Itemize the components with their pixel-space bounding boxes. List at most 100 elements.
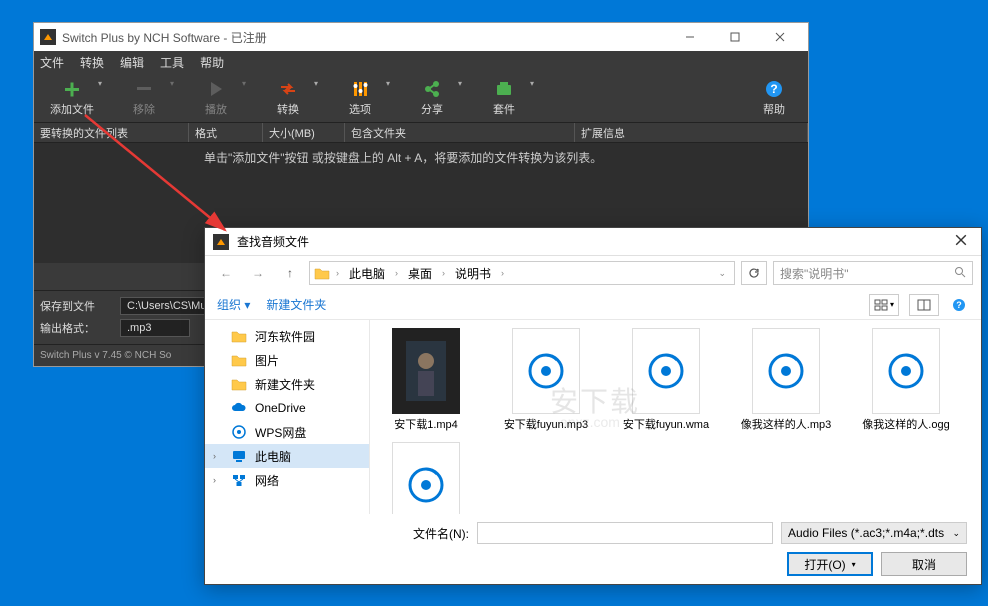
expand-icon[interactable]: › (213, 451, 216, 461)
file-item[interactable]: 安下载1.mp4 (378, 328, 474, 432)
breadcrumb-dropdown[interactable]: ⌄ (714, 268, 730, 279)
dropdown-icon: ▾ (386, 79, 390, 88)
menu-help[interactable]: 帮助 (200, 54, 224, 71)
svg-text:?: ? (956, 300, 962, 310)
network-icon (231, 473, 247, 487)
file-item[interactable] (378, 442, 474, 514)
view-mode-button[interactable]: ▾ (869, 294, 899, 316)
maximize-button[interactable] (712, 24, 757, 50)
crumb-desktop[interactable]: 桌面 (404, 265, 436, 282)
add-icon (62, 79, 82, 99)
file-item[interactable]: 安下载fuyun.wma (618, 328, 714, 432)
toolbar-suite-button[interactable]: 套件▾ (472, 75, 536, 121)
share-icon (422, 79, 442, 99)
toolbar-help-button[interactable]: ?帮助 (746, 75, 802, 121)
dialog-footer: 文件名(N): Audio Files (*.ac3;*.m4a;*.dts⌄ … (205, 514, 981, 584)
output-format-select[interactable]: .mp3 (120, 319, 190, 337)
file-open-dialog: 查找音频文件 ← → ↑ › 此电脑 › 桌面 › 说明书 › ⌄ 搜索"说明书… (204, 227, 982, 585)
toolbar-convert-button[interactable]: 转换▾ (256, 75, 320, 121)
dropdown-icon: ▾ (170, 79, 174, 88)
col-extinfo[interactable]: 扩展信息 (575, 123, 808, 142)
wps-icon (231, 425, 247, 439)
forward-button[interactable]: → (245, 261, 271, 285)
sidebar-item-cloud[interactable]: OneDrive (205, 396, 369, 420)
refresh-button[interactable] (741, 261, 767, 285)
col-folder[interactable]: 包含文件夹 (345, 123, 575, 142)
file-label: 安下载1.mp4 (394, 418, 458, 432)
dialog-icon (213, 234, 229, 250)
help-icon[interactable]: ? (949, 294, 969, 316)
app-toolbar: 添加文件▾移除▾播放▾转换▾选项▾分享▾套件▾ ?帮助 (34, 73, 808, 123)
dropdown-icon: ▾ (458, 79, 462, 88)
filename-input[interactable] (477, 522, 773, 544)
cancel-button[interactable]: 取消 (881, 552, 967, 576)
menu-tools[interactable]: 工具 (160, 54, 184, 71)
column-headers: 要转换的文件列表 格式 大小(MB) 包含文件夹 扩展信息 (34, 123, 808, 143)
menu-edit[interactable]: 编辑 (120, 54, 144, 71)
col-filelist[interactable]: 要转换的文件列表 (34, 123, 189, 142)
col-size[interactable]: 大小(MB) (263, 123, 345, 142)
back-button[interactable]: ← (213, 261, 239, 285)
minimize-button[interactable] (667, 24, 712, 50)
dialog-toolbar: 组织 ▾ 新建文件夹 ▾ ? (205, 290, 981, 320)
save-to-field[interactable]: C:\Users\CS\Mu (120, 297, 206, 315)
dropdown-icon: ▾ (314, 79, 318, 88)
expand-icon[interactable]: › (213, 475, 216, 485)
audio-thumbnail (512, 328, 580, 414)
menu-convert[interactable]: 转换 (80, 54, 104, 71)
app-icon (40, 29, 56, 45)
dialog-titlebar: 查找音频文件 (205, 228, 981, 256)
sidebar-item-network[interactable]: ›网络 (205, 468, 369, 492)
organize-button[interactable]: 组织 ▾ (217, 296, 250, 313)
sidebar-item-folder[interactable]: 河东软件园 (205, 324, 369, 348)
file-grid[interactable]: 安下载 anxz.com 安下载1.mp4安下载fuyun.mp3安下载fuyu… (370, 320, 981, 514)
folder-icon (231, 329, 247, 343)
dropdown-icon: ▾ (98, 79, 102, 88)
search-icon (954, 266, 966, 281)
filename-label: 文件名(N): (219, 525, 469, 542)
crumb-pc[interactable]: 此电脑 (345, 265, 389, 282)
search-input[interactable]: 搜索"说明书" (773, 261, 973, 285)
options-icon (350, 79, 370, 99)
search-placeholder: 搜索"说明书" (780, 265, 849, 282)
video-thumbnail (392, 328, 460, 414)
empty-hint: 单击"添加文件"按钮 或按键盘上的 Alt + A，将要添加的文件转换为该列表。 (204, 149, 602, 166)
convert-icon (278, 79, 298, 99)
new-folder-button[interactable]: 新建文件夹 (266, 296, 326, 313)
output-format-label: 输出格式： (40, 320, 112, 336)
play-icon (206, 79, 226, 99)
open-button[interactable]: 打开(O)▾ (787, 552, 873, 576)
save-to-label: 保存到文件 (40, 298, 112, 314)
file-label: 像我这样的人.ogg (862, 418, 949, 432)
dropdown-icon: ▾ (242, 79, 246, 88)
help-icon: ? (764, 79, 784, 99)
toolbar-share-button[interactable]: 分享▾ (400, 75, 464, 121)
up-button[interactable]: ↑ (277, 261, 303, 285)
svg-text:?: ? (770, 82, 777, 96)
toolbar-play-button[interactable]: 播放▾ (184, 75, 248, 121)
close-button[interactable] (757, 24, 802, 50)
crumb-folder[interactable]: 说明书 (451, 265, 495, 282)
sidebar-item-folder[interactable]: 新建文件夹 (205, 372, 369, 396)
file-item[interactable]: 像我这样的人.ogg (858, 328, 954, 432)
file-type-select[interactable]: Audio Files (*.ac3;*.m4a;*.dts⌄ (781, 522, 967, 544)
col-format[interactable]: 格式 (189, 123, 263, 142)
sidebar-item-pc[interactable]: ›此电脑 (205, 444, 369, 468)
folder-icon (314, 266, 330, 280)
sidebar-item-folder[interactable]: 图片 (205, 348, 369, 372)
toolbar-options-button[interactable]: 选项▾ (328, 75, 392, 121)
sidebar-item-wps[interactable]: WPS网盘 (205, 420, 369, 444)
dialog-close-button[interactable] (949, 232, 973, 251)
file-item[interactable]: 安下载fuyun.mp3 (498, 328, 594, 432)
breadcrumb[interactable]: › 此电脑 › 桌面 › 说明书 › ⌄ (309, 261, 735, 285)
file-label: 像我这样的人.mp3 (741, 418, 831, 432)
preview-pane-button[interactable] (909, 294, 939, 316)
toolbar-add-button[interactable]: 添加文件▾ (40, 75, 104, 121)
dropdown-icon: ▾ (530, 79, 534, 88)
pc-icon (231, 449, 247, 463)
folder-icon (231, 377, 247, 391)
menu-file[interactable]: 文件 (40, 54, 64, 71)
file-item[interactable]: 像我这样的人.mp3 (738, 328, 834, 432)
toolbar-remove-button[interactable]: 移除▾ (112, 75, 176, 121)
audio-thumbnail (872, 328, 940, 414)
